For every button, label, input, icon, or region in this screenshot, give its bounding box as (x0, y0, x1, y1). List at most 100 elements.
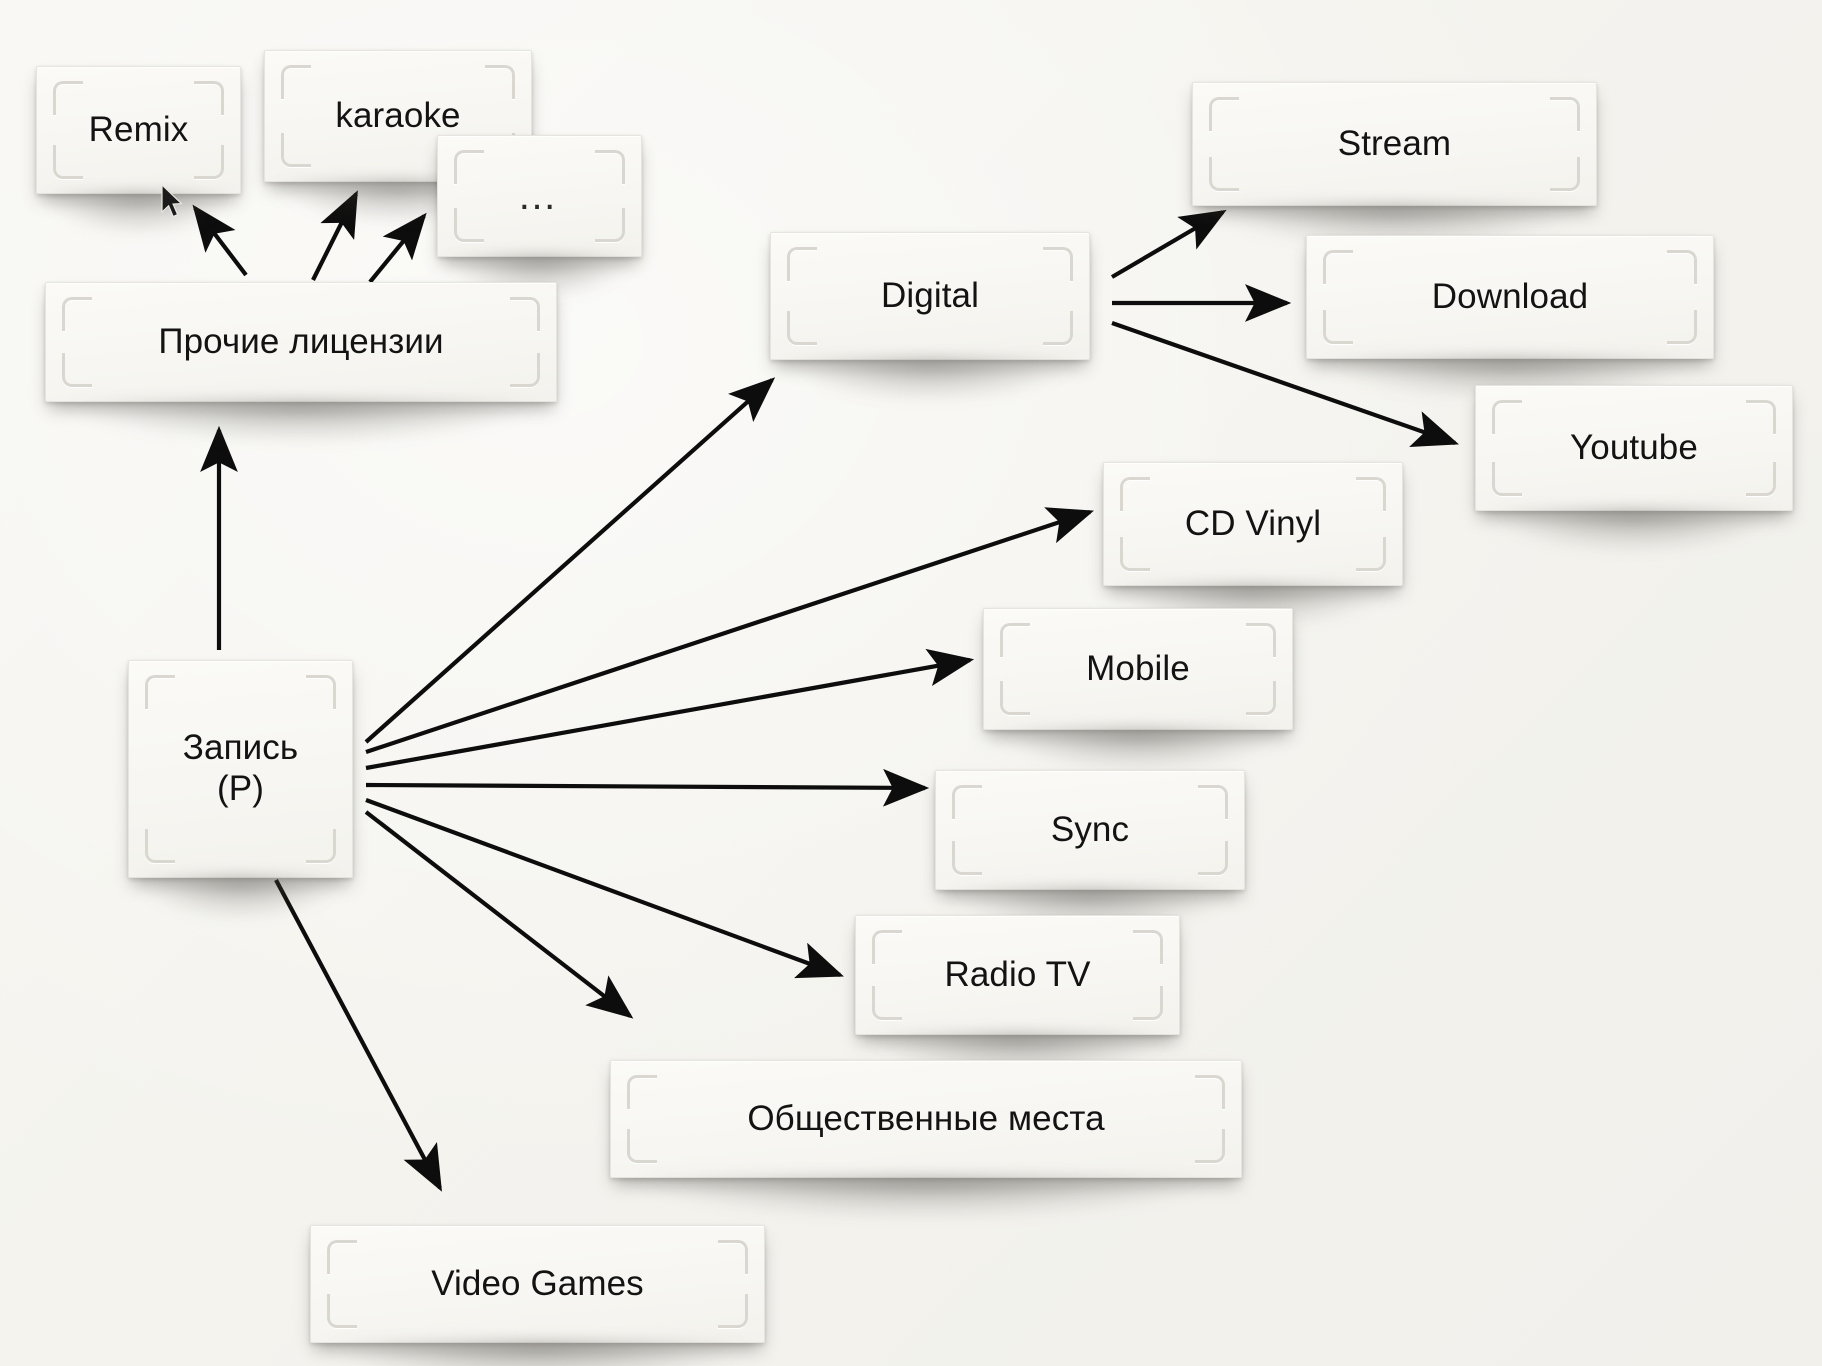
corner-bracket-bl-icon (1492, 462, 1522, 496)
node-label-mobile: Mobile (1086, 648, 1190, 688)
corner-bracket-tr-icon (1667, 250, 1697, 284)
node-public[interactable]: Общественные места (610, 1060, 1242, 1219)
node-stream[interactable]: Stream (1192, 82, 1597, 247)
node-label-youtube: Youtube (1570, 427, 1698, 467)
node-label-public: Общественные места (747, 1098, 1105, 1138)
corner-bracket-tr-icon (1246, 623, 1276, 657)
corner-bracket-tl-icon (1000, 623, 1030, 657)
corner-bracket-tr-icon (510, 297, 540, 331)
node-label-remix: Remix (88, 109, 189, 149)
corner-bracket-br-icon (1746, 462, 1776, 496)
corner-bracket-br-icon (1043, 311, 1073, 345)
corner-bracket-bl-icon (627, 1129, 657, 1163)
node-record[interactable]: Запись (P) (128, 660, 353, 919)
node-label-other: Прочие лицензии (158, 321, 444, 361)
edge-other-to-karaoke (311, 190, 358, 281)
edge-record-to-radiotv (365, 798, 844, 979)
corner-bracket-bl-icon (1323, 310, 1353, 344)
corner-bracket-br-icon (1356, 537, 1386, 571)
node-label-ellipsis: … (517, 173, 562, 218)
corner-bracket-tr-icon (595, 150, 625, 184)
corner-bracket-tl-icon (787, 247, 817, 281)
corner-bracket-tr-icon (1195, 1075, 1225, 1109)
corner-bracket-tr-icon (1198, 785, 1228, 819)
node-mobile[interactable]: Mobile (983, 608, 1293, 771)
node-digital[interactable]: Digital (770, 232, 1090, 401)
corner-bracket-tr-icon (194, 81, 224, 115)
corner-bracket-bl-icon (1000, 681, 1030, 715)
corner-bracket-tl-icon (1492, 400, 1522, 434)
corner-bracket-tl-icon (1323, 250, 1353, 284)
corner-bracket-br-icon (1550, 157, 1580, 191)
corner-bracket-tr-icon (1356, 477, 1386, 511)
edge-record-to-cdvinyl (365, 507, 1094, 754)
edge-record-to-sync (365, 768, 930, 807)
node-label-karaoke: karaoke (335, 95, 461, 135)
corner-bracket-bl-icon (454, 208, 484, 242)
corner-bracket-bl-icon (1209, 157, 1239, 191)
node-download[interactable]: Download (1306, 235, 1714, 400)
corner-bracket-tl-icon (952, 785, 982, 819)
corner-bracket-br-icon (595, 208, 625, 242)
corner-bracket-bl-icon (53, 145, 83, 179)
node-radiotv[interactable]: Radio TV (855, 915, 1180, 1076)
node-videogames[interactable]: Video Games (310, 1225, 765, 1366)
node-label-sync: Sync (1050, 809, 1130, 849)
corner-bracket-tr-icon (1133, 930, 1163, 964)
corner-bracket-bl-icon (1120, 537, 1150, 571)
corner-bracket-tl-icon (62, 297, 92, 331)
node-ellipsis[interactable]: … (437, 135, 642, 298)
corner-bracket-tr-icon (1550, 97, 1580, 131)
corner-bracket-tr-icon (485, 65, 515, 99)
edge-other-to-remix (192, 204, 248, 277)
corner-bracket-bl-icon (62, 353, 92, 387)
edge-other-to-ellipsis (368, 212, 427, 284)
corner-bracket-tl-icon (872, 930, 902, 964)
corner-bracket-tr-icon (718, 1240, 748, 1274)
corner-bracket-tr-icon (1043, 247, 1073, 281)
node-cdvinyl[interactable]: CD Vinyl (1103, 462, 1403, 627)
corner-bracket-tl-icon (1120, 477, 1150, 511)
corner-bracket-br-icon (1195, 1129, 1225, 1163)
edge-digital-to-stream (1110, 209, 1227, 279)
corner-bracket-br-icon (1133, 986, 1163, 1020)
corner-bracket-bl-icon (952, 841, 982, 875)
node-label-stream: Stream (1337, 123, 1452, 163)
corner-bracket-tl-icon (327, 1240, 357, 1274)
node-label-videogames: Video Games (431, 1263, 644, 1303)
corner-bracket-br-icon (510, 353, 540, 387)
edge-record-to-digital (364, 377, 776, 744)
node-sync[interactable]: Sync (935, 770, 1245, 931)
edge-record-to-public (364, 810, 634, 1019)
corner-bracket-br-icon (306, 829, 336, 863)
node-label-cdvinyl: CD Vinyl (1184, 503, 1322, 543)
node-label-record: Запись (P) (182, 728, 299, 808)
node-label-digital: Digital (881, 275, 979, 315)
corner-bracket-tl-icon (53, 81, 83, 115)
corner-bracket-bl-icon (872, 986, 902, 1020)
corner-bracket-br-icon (1667, 310, 1697, 344)
corner-bracket-br-icon (718, 1294, 748, 1328)
node-remix[interactable]: Remix (36, 66, 241, 235)
node-other[interactable]: Прочие лицензии (45, 282, 557, 443)
node-label-radiotv: Radio TV (944, 954, 1091, 994)
corner-bracket-br-icon (1198, 841, 1228, 875)
corner-bracket-br-icon (1246, 681, 1276, 715)
corner-bracket-tl-icon (454, 150, 484, 184)
diagram-canvas: Remix karaoke … Прочие лицензии Запись (P) Di… (0, 0, 1822, 1366)
node-youtube[interactable]: Youtube (1475, 385, 1793, 552)
corner-bracket-br-icon (194, 145, 224, 179)
corner-bracket-tr-icon (1746, 400, 1776, 434)
edge-record-to-videogames (274, 879, 442, 1192)
corner-bracket-tl-icon (281, 65, 311, 99)
corner-bracket-bl-icon (787, 311, 817, 345)
corner-bracket-bl-icon (281, 133, 311, 167)
corner-bracket-tl-icon (145, 675, 175, 709)
corner-bracket-bl-icon (327, 1294, 357, 1328)
corner-bracket-bl-icon (145, 829, 175, 863)
corner-bracket-tr-icon (306, 675, 336, 709)
node-label-download: Download (1431, 276, 1589, 316)
edge-record-to-mobile (365, 648, 975, 771)
corner-bracket-tl-icon (1209, 97, 1239, 131)
corner-bracket-tl-icon (627, 1075, 657, 1109)
